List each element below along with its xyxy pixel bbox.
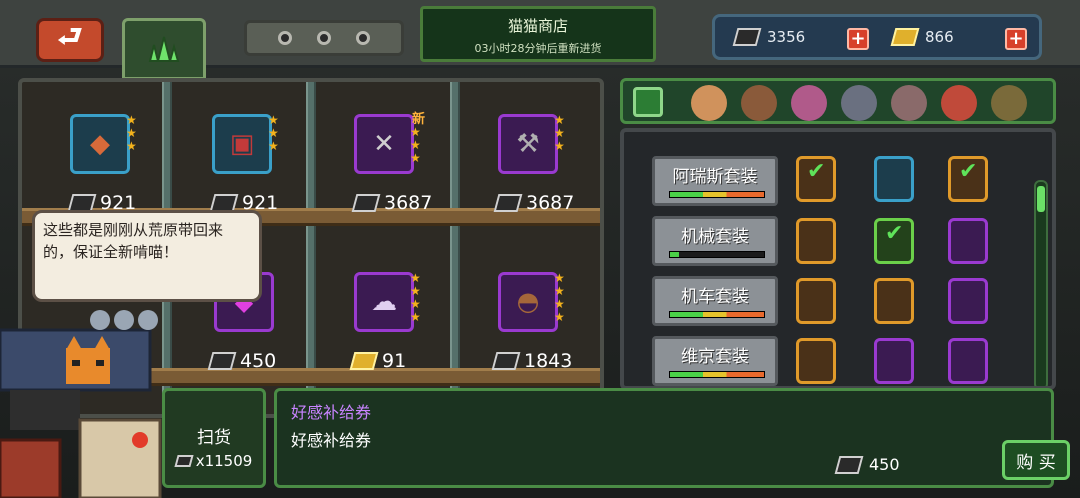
set-motorcycle[interactable]: 机车套装: [652, 276, 778, 326]
character-avatar[interactable]: [941, 85, 977, 121]
star-rating: ★ ★ ★ ★: [554, 271, 565, 324]
set-label: 阿瑞斯套装: [672, 167, 758, 187]
item-icon: ◆: [70, 114, 130, 174]
character-avatar[interactable]: [791, 85, 827, 121]
stone-currency: 3356: [732, 23, 806, 51]
equipment-slot[interactable]: [796, 278, 836, 324]
scroll-thumb[interactable]: [1037, 186, 1045, 212]
character-avatar[interactable]: [891, 85, 927, 121]
set-progress: [669, 191, 765, 198]
tab-shop[interactable]: [122, 18, 206, 80]
star-rating: ★ ★ ★: [410, 125, 421, 165]
pipe: [450, 82, 460, 414]
shop-screen: ⮐ 猫猫商店 03小时28分钟后重新进货 3356 + 866 + ◆ ★ ★ …: [0, 0, 1080, 498]
bolt-icon: [316, 31, 331, 45]
back-button[interactable]: ⮐: [36, 18, 104, 62]
star-rating: ★ ★ ★: [554, 113, 565, 153]
sweep-button[interactable]: 扫货 x11509: [162, 388, 266, 488]
check-icon: ✔: [807, 159, 826, 184]
equipment-slot[interactable]: [796, 218, 836, 264]
item-price: 1843: [491, 350, 572, 372]
item-name: 好感补给券: [291, 403, 372, 422]
item-price: 3687: [493, 192, 574, 214]
set-label: 机车套装: [681, 287, 749, 307]
stone-icon: [207, 352, 237, 370]
character-selector: [620, 78, 1056, 124]
set-label: 机械套装: [681, 227, 749, 247]
add-stone-button[interactable]: +: [847, 28, 869, 50]
item-icon: ✕: [354, 114, 414, 174]
gold-icon: [349, 352, 379, 370]
stone-icon: [174, 455, 194, 467]
equipment-slot[interactable]: [874, 338, 914, 384]
set-label: 维京套装: [681, 347, 749, 367]
equipment-slot[interactable]: [796, 338, 836, 384]
item-price: 3687: [351, 192, 432, 214]
back-arrow-icon: ⮐: [57, 20, 83, 53]
equipment-slot[interactable]: [948, 278, 988, 324]
equipment-slot[interactable]: ✔: [948, 156, 988, 202]
restock-timer: 03小时28分钟后重新进货: [474, 42, 602, 55]
set-progress: [669, 311, 765, 318]
bolt-icon: [277, 31, 292, 45]
add-gold-button[interactable]: +: [1005, 28, 1027, 50]
gold-currency: 866: [890, 23, 954, 51]
item-icon: ◓: [498, 272, 558, 332]
item-price: 450: [207, 350, 276, 372]
stone-icon: [491, 352, 521, 370]
sweep-count: x11509: [165, 452, 263, 470]
stone-amount: 3356: [767, 28, 806, 46]
top-bar: ⮐ 猫猫商店 03小时28分钟后重新进货 3356 + 866 +: [0, 0, 1080, 80]
equipment-slot[interactable]: [948, 218, 988, 264]
tab-locked[interactable]: [244, 20, 404, 56]
set-mechanical[interactable]: 机械套装: [652, 216, 778, 266]
item-cost: 450: [834, 455, 900, 474]
equipment-slot[interactable]: [874, 278, 914, 324]
character-avatar[interactable]: [741, 85, 777, 121]
gold-amount: 866: [925, 28, 954, 46]
set-progress: [669, 371, 765, 378]
check-icon: ✔: [959, 159, 978, 184]
shop-title-box: 猫猫商店 03小时28分钟后重新进货: [420, 6, 656, 62]
buy-button[interactable]: 购 买: [1002, 440, 1070, 480]
check-icon: ✔: [885, 221, 904, 246]
stone-icon: [834, 455, 864, 474]
set-progress: [669, 251, 765, 258]
item-description: 好感补给券: [291, 431, 372, 450]
bolt-icon: [356, 31, 371, 45]
gold-icon: [890, 28, 920, 46]
shop-title: 猫猫商店: [507, 17, 568, 35]
item-icon: ▣: [212, 114, 272, 174]
equipment-sets-panel: 阿瑞斯套装 机械套装 机车套装 维京套装 ✔ ✔ ✔: [620, 128, 1056, 390]
set-ares[interactable]: 阿瑞斯套装: [652, 156, 778, 206]
stone-icon: [732, 28, 762, 46]
character-avatar[interactable]: [691, 85, 727, 121]
character-avatar[interactable]: [991, 85, 1027, 121]
star-rating: ★ ★ ★ ★: [410, 271, 421, 324]
set-viking[interactable]: 维京套装: [652, 336, 778, 386]
item-icon: ⚒: [498, 114, 558, 174]
item-price: 91: [349, 350, 406, 372]
item-info-panel: 好感补给券 好感补给券 450: [274, 388, 1054, 488]
currency-bar: 3356 + 866 +: [712, 14, 1042, 60]
item-icon: ☁: [354, 272, 414, 332]
crystal-icon: [148, 36, 180, 62]
cat-merchant-illustration: [0, 310, 162, 498]
equipment-slot[interactable]: [874, 156, 914, 202]
pipe: [306, 82, 316, 414]
equipment-slot[interactable]: ✔: [796, 156, 836, 202]
star-rating: ★ ★ ★: [126, 113, 137, 153]
star-rating: ★ ★ ★: [268, 113, 279, 153]
merchant-speech-bubble: 这些都是刚刚从荒原带回来的，保证全新啃喵！: [32, 210, 262, 302]
character-avatar[interactable]: [841, 85, 877, 121]
all-characters-button[interactable]: [633, 87, 663, 117]
scrollbar[interactable]: [1034, 180, 1048, 386]
stone-icon: [493, 194, 523, 212]
stone-icon: [351, 194, 381, 212]
equipment-slot[interactable]: ✔: [874, 218, 914, 264]
sweep-label: 扫货: [197, 428, 231, 448]
equipment-slot[interactable]: [948, 338, 988, 384]
